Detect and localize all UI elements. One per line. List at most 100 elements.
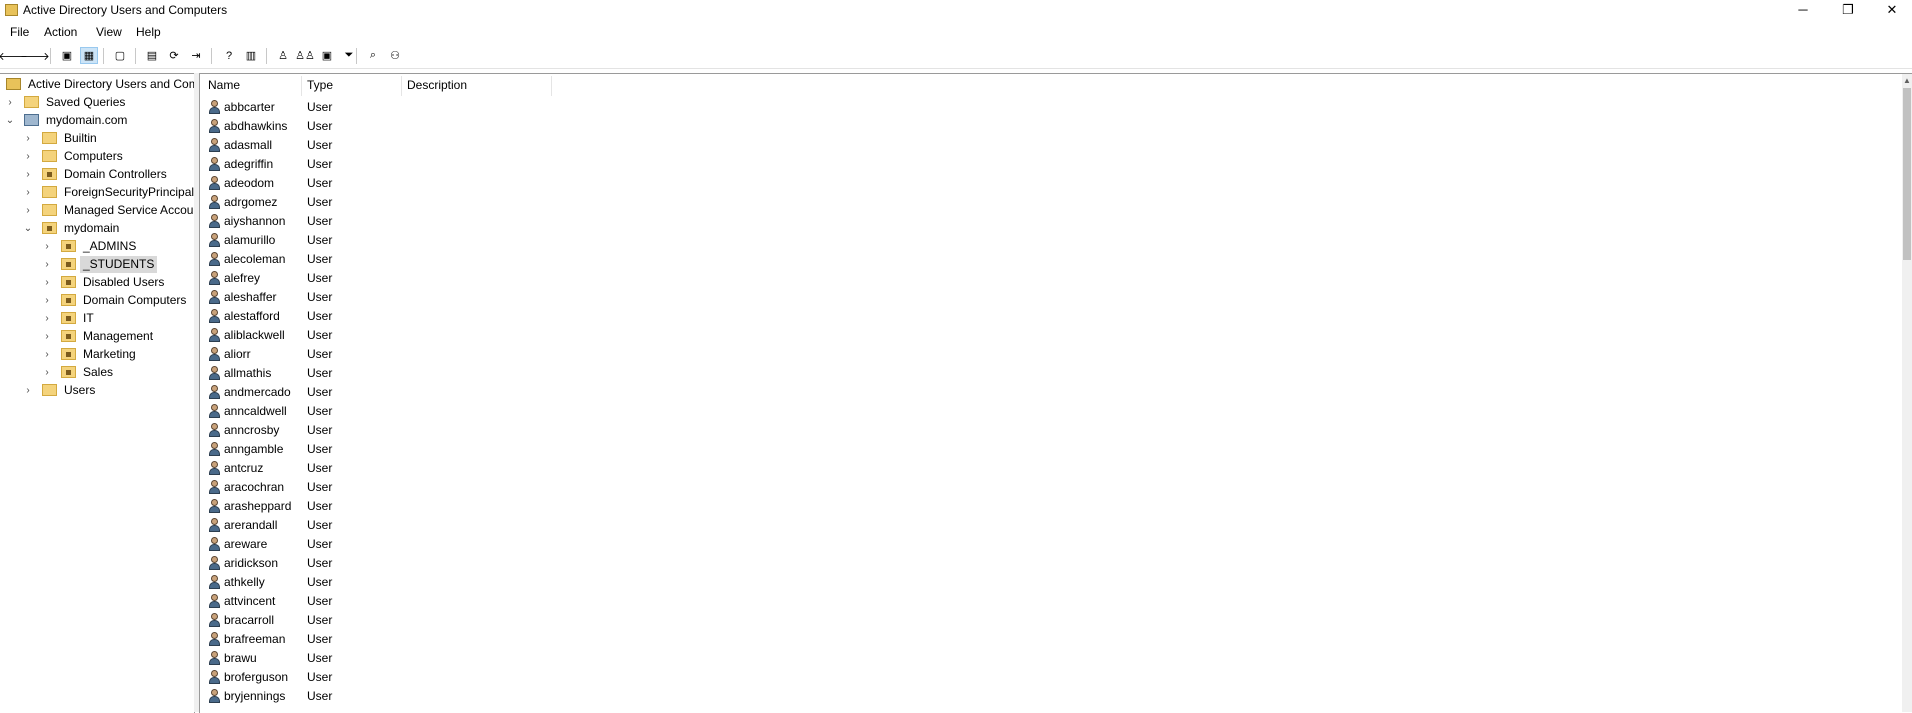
menu-file[interactable]: File — [10, 25, 29, 39]
expand-caret-icon[interactable]: ⌄ — [5, 112, 15, 129]
minimize-button[interactable]: ─ — [1781, 0, 1825, 22]
table-row[interactable]: brawu User — [200, 649, 560, 668]
tree-item-ou[interactable]: › _STUDENTS — [0, 256, 194, 273]
tree-item-saved-queries[interactable]: › Saved Queries — [0, 94, 194, 111]
table-row[interactable]: areware User — [200, 535, 560, 554]
menu-view[interactable]: View — [96, 25, 122, 39]
table-row[interactable]: aracochran User — [200, 478, 560, 497]
new-group-icon[interactable]: ♙♙ — [295, 47, 315, 64]
collapse-caret-icon[interactable]: › — [23, 166, 33, 183]
collapse-caret-icon[interactable]: › — [23, 148, 33, 165]
forward-icon[interactable]: 🡒 — [20, 47, 50, 64]
user-icon — [208, 537, 222, 552]
table-row[interactable]: athkelly User — [200, 573, 560, 592]
expand-caret-icon[interactable]: ⌄ — [23, 220, 33, 237]
find-icon[interactable]: ⌕ — [364, 47, 382, 64]
tree-item-container[interactable]: › Domain Controllers — [0, 166, 194, 183]
collapse-caret-icon[interactable]: › — [42, 364, 52, 381]
table-row[interactable]: abbcarter User — [200, 98, 560, 117]
menu-action[interactable]: Action — [44, 25, 77, 39]
tree-item-container[interactable]: › Managed Service Accour — [0, 202, 194, 219]
tree-item-domain[interactable]: ⌄ mydomain.com — [0, 112, 194, 129]
table-row[interactable]: aiyshannon User — [200, 212, 560, 231]
collapse-caret-icon[interactable]: › — [42, 238, 52, 255]
tree-item-container[interactable]: › Builtin — [0, 130, 194, 147]
up-folder-icon[interactable]: ▣ — [58, 47, 76, 64]
user-name: attvincent — [224, 594, 276, 608]
table-row[interactable]: anncaldwell User — [200, 402, 560, 421]
table-row[interactable]: adeodom User — [200, 174, 560, 193]
table-row[interactable]: brafreeman User — [200, 630, 560, 649]
table-row[interactable]: attvincent User — [200, 592, 560, 611]
table-row[interactable]: alamurillo User — [200, 231, 560, 250]
collapse-caret-icon[interactable]: › — [23, 184, 33, 201]
new-user-icon[interactable]: ♙ — [274, 47, 292, 64]
collapse-caret-icon[interactable]: › — [42, 256, 52, 273]
table-row[interactable]: anncrosby User — [200, 421, 560, 440]
collapse-caret-icon[interactable]: › — [23, 130, 33, 147]
column-divider[interactable] — [401, 76, 402, 96]
menu-help[interactable]: Help — [136, 25, 161, 39]
table-row[interactable]: aleshaffer User — [200, 288, 560, 307]
clipboard-icon[interactable]: ▢ — [111, 47, 129, 64]
table-row[interactable]: adasmall User — [200, 136, 560, 155]
table-row[interactable]: aliorr User — [200, 345, 560, 364]
collapse-caret-icon[interactable]: › — [42, 328, 52, 345]
tree-item-users[interactable]: › Users — [0, 382, 194, 399]
add-to-group-icon[interactable]: ⚇ — [386, 47, 404, 64]
close-button[interactable]: ✕ — [1870, 0, 1912, 22]
table-row[interactable]: alestafford User — [200, 307, 560, 326]
collapse-caret-icon[interactable]: › — [5, 94, 15, 111]
table-row[interactable]: adegriffin User — [200, 155, 560, 174]
export-list-icon[interactable]: ⇥ — [187, 47, 205, 64]
tree-item-ou[interactable]: › Management — [0, 328, 194, 345]
collapse-caret-icon[interactable]: › — [42, 310, 52, 327]
show-hide-tree-icon[interactable]: ▦ — [80, 47, 98, 64]
view-icon[interactable]: ▥ — [242, 47, 260, 64]
column-header-type[interactable]: Type — [307, 74, 333, 96]
collapse-caret-icon[interactable]: › — [23, 382, 33, 399]
tree-item-ou[interactable]: › Marketing — [0, 346, 194, 363]
help-icon[interactable]: ? — [220, 47, 238, 64]
table-row[interactable]: allmathis User — [200, 364, 560, 383]
table-row[interactable]: aliblackwell User — [200, 326, 560, 345]
scroll-up-arrow[interactable]: ▲ — [1902, 76, 1912, 86]
collapse-caret-icon[interactable]: › — [42, 346, 52, 363]
properties-icon[interactable]: ▤ — [143, 47, 161, 64]
refresh-icon[interactable]: ⟳ — [165, 47, 183, 64]
tree-root[interactable]: Active Directory Users and Com — [0, 76, 194, 93]
tree-item-container[interactable]: › ForeignSecurityPrincipals — [0, 184, 194, 201]
tree-item-mydomain-ou[interactable]: ⌄ mydomain — [0, 220, 194, 237]
column-header-description[interactable]: Description — [407, 74, 467, 96]
vertical-scrollbar[interactable]: ▲ — [1902, 74, 1912, 712]
tree-item-ou[interactable]: › _ADMINS — [0, 238, 194, 255]
column-divider[interactable] — [301, 76, 302, 96]
tree-item-container[interactable]: › Computers — [0, 148, 194, 165]
column-header-name[interactable]: Name — [208, 74, 240, 96]
collapse-caret-icon[interactable]: › — [42, 274, 52, 291]
table-row[interactable]: antcruz User — [200, 459, 560, 478]
table-row[interactable]: arerandall User — [200, 516, 560, 535]
tree-item-ou[interactable]: › Disabled Users — [0, 274, 194, 291]
table-row[interactable]: anngamble User — [200, 440, 560, 459]
column-divider[interactable] — [551, 76, 552, 96]
collapse-caret-icon[interactable]: › — [23, 202, 33, 219]
table-row[interactable]: aridickson User — [200, 554, 560, 573]
table-row[interactable]: alefrey User — [200, 269, 560, 288]
table-row[interactable]: arasheppard User — [200, 497, 560, 516]
scroll-thumb[interactable] — [1903, 88, 1911, 260]
table-row[interactable]: adrgomez User — [200, 193, 560, 212]
new-ou-icon[interactable]: ▣ — [318, 47, 336, 64]
table-row[interactable]: bracarroll User — [200, 611, 560, 630]
restore-button[interactable]: ❐ — [1826, 0, 1870, 22]
tree-item-ou[interactable]: › Domain Computers — [0, 292, 194, 309]
tree-item-ou[interactable]: › IT — [0, 310, 194, 327]
table-row[interactable]: andmercado User — [200, 383, 560, 402]
filter-icon[interactable]: ⏷ — [340, 47, 358, 64]
tree-item-ou[interactable]: › Sales — [0, 364, 194, 381]
table-row[interactable]: abdhawkins User — [200, 117, 560, 136]
collapse-caret-icon[interactable]: › — [42, 292, 52, 309]
table-row[interactable]: broferguson User — [200, 668, 560, 687]
table-row[interactable]: alecoleman User — [200, 250, 560, 269]
table-row[interactable]: bryjennings User — [200, 687, 560, 706]
